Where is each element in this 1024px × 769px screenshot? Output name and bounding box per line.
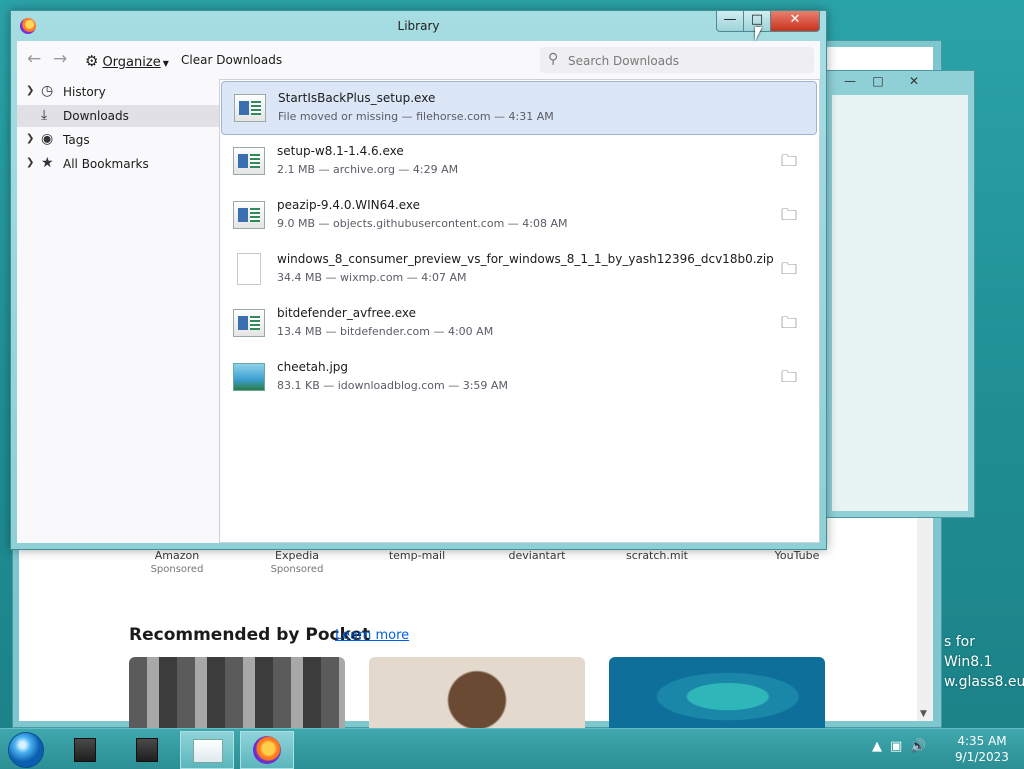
taskbar: ▲ ▣ 🔊 4:35 AM 9/1/2023 [0,728,1024,769]
speaker-icon[interactable]: 🔊 [910,739,926,754]
library-toolbar: ← → ⚙ Organize ▼ Clear Downloads ⚲ [17,41,820,79]
search-icon: ⚲ [548,51,559,67]
system-tray: ▲ ▣ 🔊 [872,739,934,754]
app-icon [74,738,96,762]
minimize-icon: — [723,12,737,27]
start-button[interactable] [8,732,44,768]
library-body: ← → ⚙Organize▼ Clear Downloads ⚲ ❯ ◷ His… [17,41,820,543]
shortcut-expedia[interactable]: Expedia Sponsored [237,549,357,575]
sidebar-item-downloads[interactable]: ⤓ Downloads [17,105,219,127]
library-sidebar: ❯ ◷ History ⤓ Downloads ❯ ◉ Tags ❯ ★ All… [17,79,219,543]
chevron-right-icon[interactable]: ❯ [26,133,34,144]
search-box[interactable]: ⚲ [540,47,814,73]
firefox-icon [253,736,281,764]
star-icon: ★ [41,155,54,171]
taskbar-firefox[interactable] [240,731,294,769]
folder-icon[interactable]: 🗀 [781,150,797,177]
list-item[interactable]: StartIsBackPlus_setup.exe File moved or … [221,81,817,135]
tag-icon: ◉ [41,131,54,147]
mouse-cursor [755,27,762,41]
shortcut-scratch[interactable]: scratch.mit [597,549,717,562]
shortcut-amazon[interactable]: Amazon Sponsored [117,549,237,575]
back-arrow-icon[interactable]: ← [27,49,41,69]
shortcut-temp-mail[interactable]: temp-mail [357,549,477,562]
forward-arrow-icon[interactable]: → [53,49,67,69]
exe-file-icon [234,94,266,122]
scroll-down-icon[interactable]: ▼ [920,709,927,719]
sidebar-item-all-bookmarks[interactable]: ❯ ★ All Bookmarks [17,153,219,175]
learn-more-link[interactable]: Learn more [335,628,409,643]
close-button[interactable]: ✕ [770,11,820,32]
sidebar-item-history[interactable]: ❯ ◷ History [17,81,219,103]
minimize-icon[interactable]: — [838,74,862,90]
window-content [832,95,968,511]
background-window-right: — □ ✕ [825,70,975,518]
image-file-icon [233,363,265,391]
maximize-icon[interactable]: □ [866,74,890,90]
pocket-card-image[interactable] [609,657,825,729]
chevron-right-icon[interactable]: ❯ [26,85,34,96]
library-window-icon [193,739,223,763]
list-item[interactable]: windows_8_consumer_preview_vs_for_window… [221,243,817,295]
chevron-up-icon[interactable]: ▲ [872,739,882,754]
chevron-down-icon: ▼ [162,59,169,68]
title-bar[interactable]: Library — □ ✕ [11,11,826,41]
list-item[interactable]: bitdefender_avfree.exe 13.4 MB — bitdefe… [221,297,817,349]
folder-icon[interactable]: 🗀 [781,312,797,339]
clear-downloads-button[interactable]: Clear Downloads [181,53,282,67]
taskbar-app-2[interactable] [120,731,172,767]
folder-icon[interactable]: 🗀 [781,366,797,393]
close-icon[interactable]: ✕ [902,74,926,90]
maximize-icon: □ [750,12,764,27]
list-item[interactable]: setup-w8.1-1.4.6.exe 2.1 MB — archive.or… [221,135,817,187]
library-window: Library — □ ✕ ← → ⚙ Organize ▼ Clear Downl… [10,10,827,550]
organize-button[interactable]: ⚙ Organize ▼ [85,52,169,70]
pocket-card-image[interactable] [129,657,345,729]
app-icon [136,738,158,762]
exe-file-icon [233,147,265,175]
shortcut-deviantart[interactable]: deviantart [477,549,597,562]
taskbar-library[interactable] [180,731,234,769]
search-input[interactable] [566,51,810,71]
close-icon: ✕ [789,12,801,27]
pocket-card-image[interactable] [369,657,585,729]
minimize-button[interactable]: — [716,11,744,32]
folder-icon[interactable]: 🗀 [781,258,797,285]
window-title: Library [397,19,440,33]
pocket-title: Recommended by Pocket [129,625,371,645]
clock-icon: ◷ [41,83,54,99]
chevron-right-icon[interactable]: ❯ [26,157,34,168]
exe-file-icon [233,309,265,337]
network-icon[interactable]: ▣ [890,739,902,754]
download-icon: ⤓ [41,107,48,123]
downloads-list[interactable]: StartIsBackPlus_setup.exe File moved or … [219,79,820,543]
desktop-watermark-text: s for Win8.1 w.glass8.eu [944,634,1024,690]
list-item[interactable]: cheetah.jpg 83.1 KB — idownloadblog.com … [221,351,817,403]
gear-icon: ⚙ [85,52,99,70]
taskbar-app-1[interactable] [58,731,110,767]
shortcut-youtube[interactable]: YouTube [737,549,857,562]
list-item[interactable]: peazip-9.4.0.WIN64.exe 9.0 MB — objects.… [221,189,817,241]
sidebar-item-tags[interactable]: ❯ ◉ Tags [17,129,219,151]
clock[interactable]: 4:35 AM 9/1/2023 [950,733,1014,765]
zip-file-icon [237,253,261,285]
folder-icon[interactable]: 🗀 [781,204,797,231]
exe-file-icon [233,201,265,229]
